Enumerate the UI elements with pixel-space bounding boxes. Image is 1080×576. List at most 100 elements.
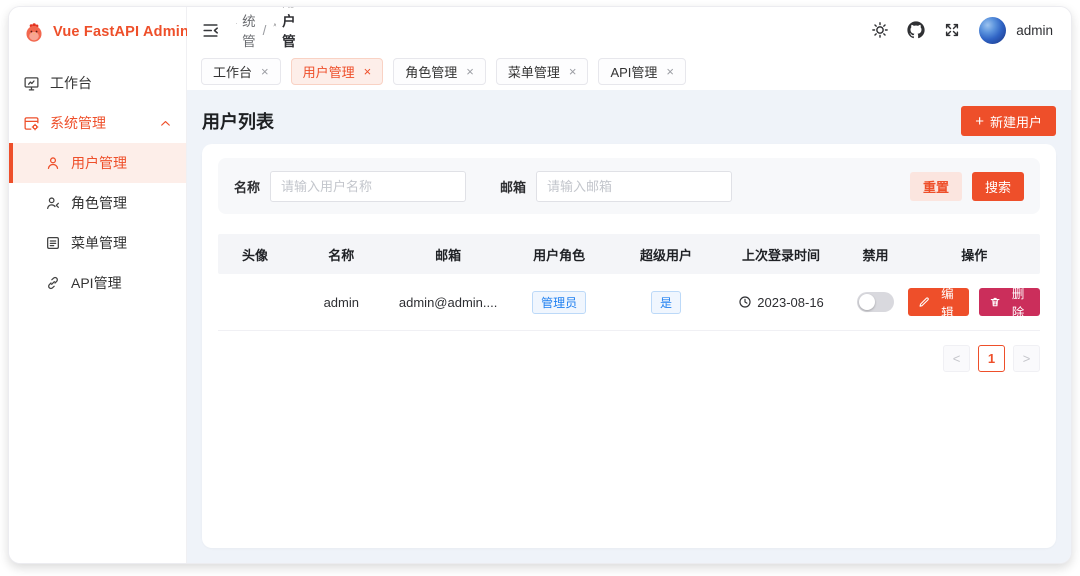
sidebar-item-label: 用户管理 [71,153,127,173]
edit-button[interactable]: 编辑 [908,288,969,316]
last-login-value: 2023-08-16 [757,295,824,310]
window-gear-icon [23,115,40,132]
cell-last-login: 2023-08-16 [719,295,842,310]
col-role: 用户角色 [506,245,613,264]
email-label: 邮箱 [500,177,526,196]
col-last-login: 上次登录时间 [719,245,842,264]
name-label: 名称 [234,177,260,196]
tab-label: 角色管理 [405,62,457,81]
topbar-actions: admin [871,17,1053,44]
search-button[interactable]: 搜索 [972,172,1024,201]
name-input[interactable] [270,171,466,202]
topbar: 系统管理 / 用户管理 [187,7,1071,53]
page-header: 用户列表 + 新建用户 [202,98,1056,144]
tab-menu-management[interactable]: 菜单管理 × [496,58,589,85]
email-input[interactable] [536,171,732,202]
sidebar-item-role-management[interactable]: 角色管理 [9,183,186,223]
plus-icon: + [975,113,984,130]
tab-close-icon[interactable]: × [666,65,674,78]
user-table: 头像 名称 邮箱 用户角色 超级用户 上次登录时间 禁用 操作 admin ad… [218,234,1040,331]
clock-icon [738,295,752,309]
breadcrumb-separator: / [263,23,267,38]
new-user-label: 新建用户 [990,112,1042,131]
tab-close-icon[interactable]: × [364,65,372,78]
edit-label: 编辑 [936,283,960,321]
page-next-button[interactable]: > [1013,345,1040,372]
list-box-icon [45,235,61,251]
page-prev-button[interactable]: < [943,345,970,372]
sidebar-item-label: 菜单管理 [71,233,127,253]
cell-name: admin [292,295,391,310]
github-icon[interactable] [907,21,925,39]
sidebar-menu: 工作台 系统管理 [9,57,186,309]
chevron-up-icon [159,117,172,130]
monitor-icon [23,75,40,92]
sidebar-item-label: 角色管理 [71,193,127,213]
sidebar-item-system[interactable]: 系统管理 [9,103,186,143]
col-email: 邮箱 [391,245,506,264]
page-number-1[interactable]: 1 [978,345,1005,372]
content-area: 用户列表 + 新建用户 名称 邮箱 重置 搜索 [187,90,1071,563]
sidebar-item-label: 系统管理 [50,113,106,133]
tabs-bar: 工作台 × 用户管理 × 角色管理 × 菜单管理 × API管理 × [187,53,1071,90]
tab-api-management[interactable]: API管理 × [598,58,686,85]
tab-close-icon[interactable]: × [466,65,474,78]
user-role-icon [45,195,61,211]
new-user-button[interactable]: + 新建用户 [961,106,1056,136]
app-window: Vue FastAPI Admin 工作台 系统管理 [8,6,1072,564]
page-title: 用户列表 [202,108,274,134]
user-icon [45,155,61,171]
sidebar-item-workbench[interactable]: 工作台 [9,63,186,103]
col-actions: 操作 [908,245,1040,264]
tab-workbench[interactable]: 工作台 × [201,58,281,85]
chicken-logo-icon [23,21,45,43]
delete-label: 删除 [1006,283,1030,321]
tab-label: API管理 [610,62,657,81]
user-avatar[interactable] [979,17,1006,44]
sidebar-item-label: API管理 [71,273,122,293]
cell-email: admin@admin.... [391,295,506,310]
tab-label: 用户管理 [303,62,355,81]
table-header: 头像 名称 邮箱 用户角色 超级用户 上次登录时间 禁用 操作 [218,234,1040,274]
sidebar-collapse-icon[interactable] [201,21,220,40]
tab-close-icon[interactable]: × [261,65,269,78]
link-icon [45,275,61,291]
brand[interactable]: Vue FastAPI Admin [9,7,186,57]
tab-label: 菜单管理 [508,62,560,81]
tab-label: 工作台 [213,62,252,81]
col-name: 名称 [292,245,391,264]
col-superuser: 超级用户 [613,245,720,264]
cell-role: 管理员 [506,291,613,314]
sidebar-item-api-management[interactable]: API管理 [9,263,186,303]
fullscreen-icon[interactable] [943,21,961,39]
table-row: admin admin@admin.... 管理员 是 [218,274,1040,331]
superuser-tag: 是 [651,291,681,314]
brand-name: Vue FastAPI Admin [53,24,189,40]
user-icon [273,23,277,37]
role-tag: 管理员 [532,291,586,314]
pagination: < 1 > [218,345,1040,372]
search-bar: 名称 邮箱 重置 搜索 [218,158,1040,214]
cell-superuser: 是 [613,291,720,314]
trash-icon [989,296,1001,309]
theme-sun-icon[interactable] [871,21,889,39]
tab-user-management[interactable]: 用户管理 × [291,58,384,85]
pencil-icon [918,296,930,309]
col-disabled: 禁用 [843,245,909,264]
window-gear-icon [236,23,237,37]
tab-close-icon[interactable]: × [569,65,577,78]
disabled-toggle[interactable] [857,292,894,312]
sidebar: Vue FastAPI Admin 工作台 系统管理 [9,7,187,563]
sidebar-item-menu-management[interactable]: 菜单管理 [9,223,186,263]
sidebar-item-user-management[interactable]: 用户管理 [9,143,186,183]
tab-role-management[interactable]: 角色管理 × [393,58,486,85]
sidebar-item-label: 工作台 [50,73,92,93]
cell-disabled [843,292,909,312]
main-area: 系统管理 / 用户管理 [187,7,1071,563]
user-list-card: 名称 邮箱 重置 搜索 头像 名称 邮箱 用户角色 超 [202,144,1056,548]
reset-button[interactable]: 重置 [910,172,962,201]
cell-actions: 编辑 删除 [908,288,1040,316]
delete-button[interactable]: 删除 [979,288,1040,316]
col-avatar: 头像 [218,245,292,264]
username[interactable]: admin [1016,23,1053,38]
